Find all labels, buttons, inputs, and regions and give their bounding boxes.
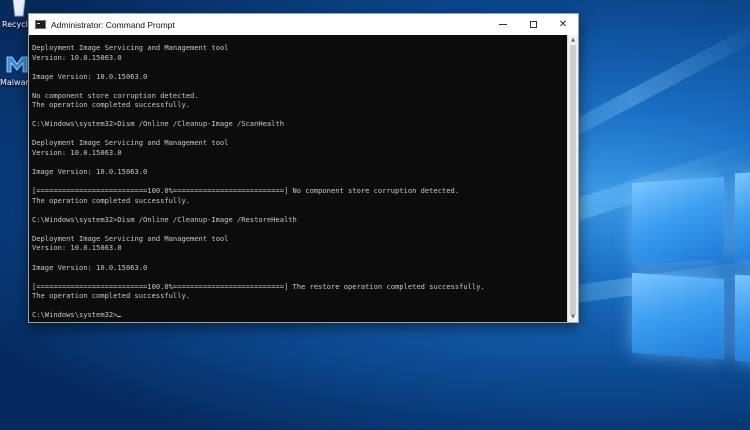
title-bar[interactable]: Administrator: Command Prompt ✕: [29, 14, 578, 35]
console-line: Deployment Image Servicing and Managemen…: [32, 233, 229, 243]
console-line: Deployment Image Servicing and Managemen…: [32, 138, 229, 148]
console-line: Version: 10.0.15063.0: [32, 148, 122, 158]
console-output[interactable]: Deployment Image Servicing and Managemen…: [29, 35, 567, 322]
console-line: Image Version: 10.0.15063.0: [32, 262, 148, 272]
windows-logo-pane: [735, 170, 750, 262]
console-line: C:\Windows\system32>Dism /Online /Cleanu…: [32, 119, 284, 129]
console-line: The operation completed successfully.: [32, 291, 191, 301]
console-line: No component store corruption detected.: [32, 90, 199, 100]
close-button[interactable]: ✕: [548, 14, 578, 35]
console-line: Deployment Image Servicing and Managemen…: [32, 43, 229, 52]
vertical-scrollbar[interactable]: ▲ ▼: [567, 35, 578, 322]
window-title: Administrator: Command Prompt: [51, 19, 175, 30]
close-icon: ✕: [558, 19, 568, 30]
console-line: [==========================100.0%=======…: [32, 281, 485, 291]
malwarebytes-icon: [4, 52, 30, 76]
maximize-button[interactable]: [518, 14, 548, 35]
text-cursor: [117, 316, 122, 318]
console-line: [==========================100.0%=======…: [32, 186, 460, 196]
scroll-down-arrow-icon[interactable]: ▼: [568, 312, 578, 322]
console-line: Image Version: 10.0.15063.0: [32, 71, 148, 81]
console-line: Version: 10.0.15063.0: [32, 52, 122, 62]
console-line: C:\Windows\system32>Dism /Online /Cleanu…: [32, 214, 297, 224]
console-prompt: C:\Windows\system32>: [32, 310, 118, 320]
windows-logo-pane: [632, 272, 724, 360]
scroll-up-arrow-icon[interactable]: ▲: [568, 35, 578, 45]
maximize-icon: [529, 21, 537, 28]
cmd-app-icon: [35, 20, 46, 29]
minimize-icon: [499, 24, 507, 25]
console-prompt-line[interactable]: C:\Windows\system32>: [32, 310, 567, 320]
scrollbar-thumb[interactable]: [570, 45, 576, 315]
console-line: Image Version: 10.0.15063.0: [32, 167, 148, 177]
console-line: The operation completed successfully.: [32, 195, 191, 205]
minimize-button[interactable]: [488, 14, 518, 35]
command-prompt-window[interactable]: Administrator: Command Prompt ✕ Deployme…: [28, 13, 579, 323]
console-line: Version: 10.0.15063.0: [32, 243, 122, 253]
windows-logo-pane: [632, 176, 724, 266]
windows-logo-pane: [735, 274, 750, 364]
console-line: The operation completed successfully.: [32, 100, 191, 110]
